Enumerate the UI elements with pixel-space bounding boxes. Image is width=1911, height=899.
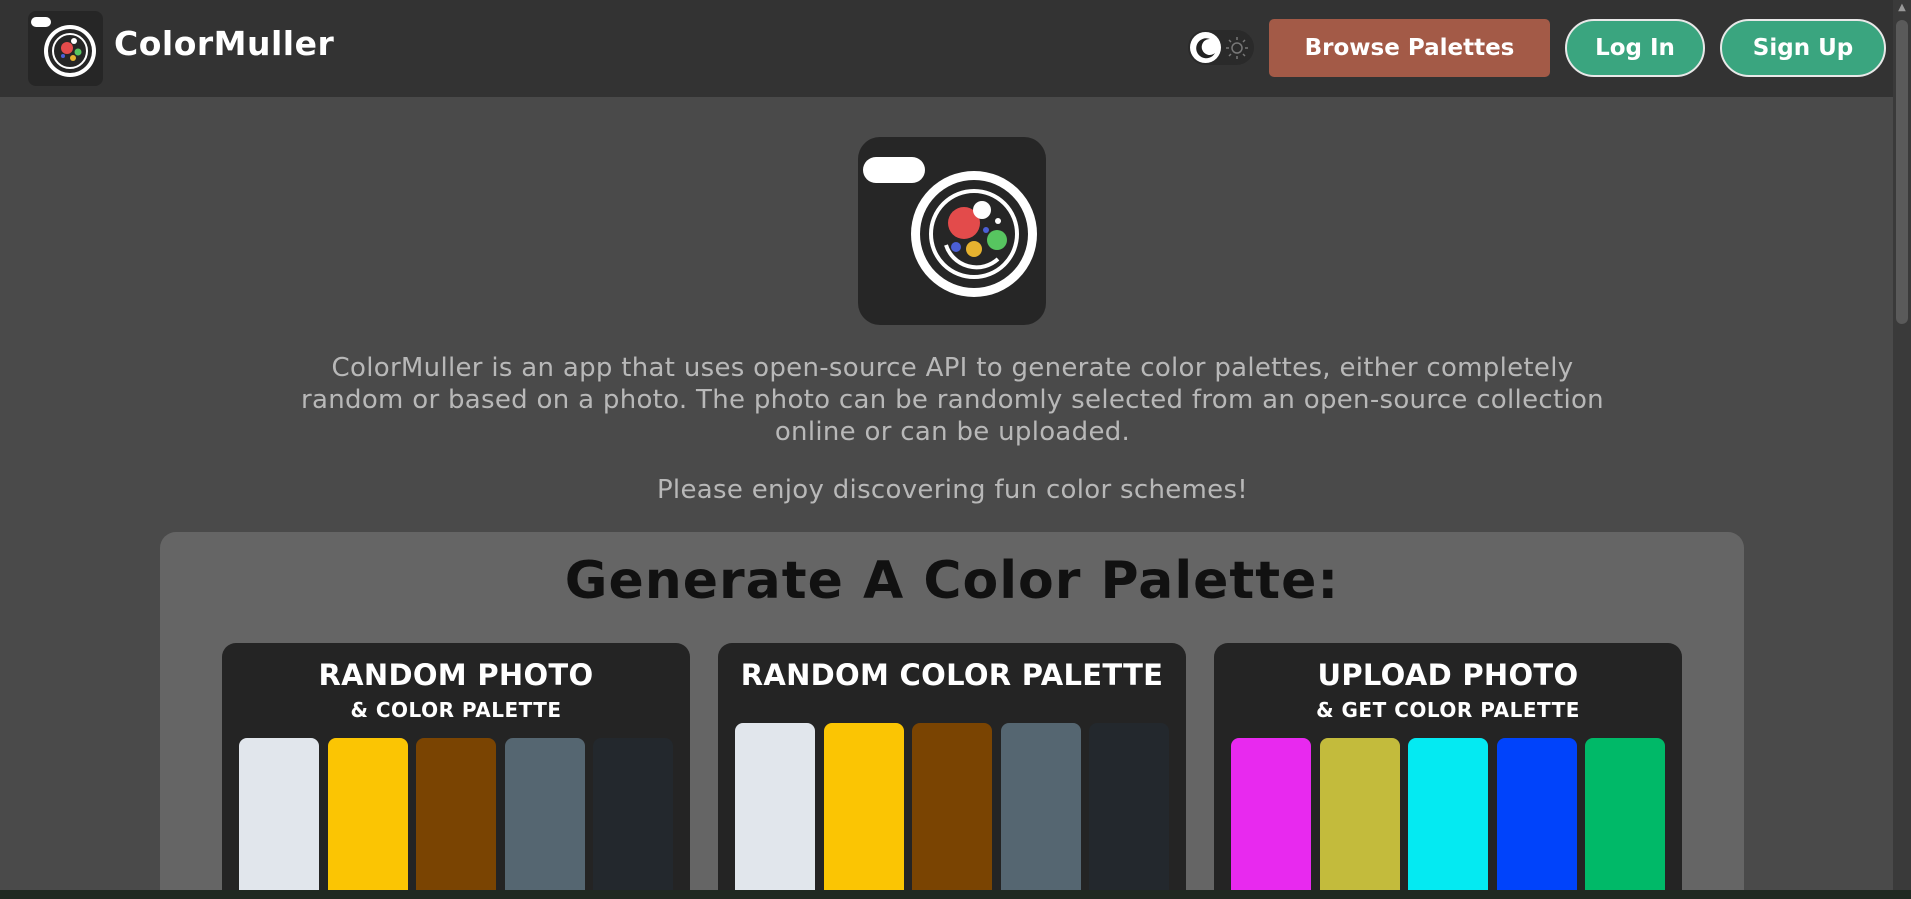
color-swatch[interactable] — [1231, 738, 1311, 899]
intro-line: ColorMuller is an app that uses open-sou… — [331, 353, 1574, 383]
intro-line: random or based on a photo. The photo ca… — [301, 385, 1604, 415]
hero-logo — [858, 137, 1046, 325]
palette-swatches — [1231, 738, 1665, 899]
card-title: RANDOM COLOR PALETTE — [740, 658, 1164, 692]
card-random-photo[interactable]: RANDOM PHOTO & COLOR PALETTE — [222, 643, 690, 899]
navbar: ColorMuller Browse Palettes Log In Sign … — [0, 0, 1893, 97]
browse-palettes-button[interactable]: Browse Palettes — [1269, 19, 1550, 77]
brand-logo[interactable] — [28, 11, 103, 86]
card-subtitle: & COLOR PALETTE — [350, 698, 562, 722]
generate-title: Generate A Color Palette: — [564, 551, 1340, 611]
color-swatch[interactable] — [823, 723, 904, 899]
color-swatch[interactable] — [735, 723, 815, 899]
moon-icon — [1196, 38, 1215, 59]
scrollbar-thumb[interactable] — [1896, 20, 1908, 324]
color-swatch[interactable] — [416, 738, 496, 899]
camera-hero-icon — [863, 157, 1037, 297]
intro-line: online or can be uploaded. — [774, 417, 1131, 447]
card-random-palette[interactable]: RANDOM COLOR PALETTE — [718, 643, 1186, 899]
color-swatch[interactable] — [1000, 723, 1081, 899]
color-swatch[interactable] — [504, 738, 585, 899]
signup-button[interactable]: Sign Up — [1720, 19, 1886, 77]
intro-text: ColorMuller is an app that uses open-sou… — [190, 352, 1715, 448]
color-swatch[interactable] — [327, 738, 408, 899]
color-swatch[interactable] — [593, 738, 673, 899]
sun-icon — [1226, 37, 1248, 59]
login-button[interactable]: Log In — [1565, 19, 1705, 77]
color-swatch[interactable] — [1408, 738, 1488, 899]
card-title: UPLOAD PHOTO — [1317, 658, 1579, 692]
brand-name[interactable]: ColorMuller — [114, 24, 334, 63]
color-swatch[interactable] — [1496, 738, 1577, 899]
color-swatch[interactable] — [239, 738, 319, 899]
card-title: RANDOM PHOTO — [318, 658, 594, 692]
theme-toggle[interactable] — [1188, 30, 1254, 65]
color-swatch[interactable] — [1319, 738, 1400, 899]
card-subtitle: & GET COLOR PALETTE — [1316, 698, 1580, 722]
palette-swatches — [735, 723, 1169, 899]
card-upload-photo[interactable]: UPLOAD PHOTO & GET COLOR PALETTE — [1214, 643, 1682, 899]
color-swatch[interactable] — [1089, 723, 1169, 899]
color-swatch[interactable] — [912, 723, 992, 899]
color-swatch[interactable] — [1585, 738, 1665, 899]
taskbar-strip — [0, 890, 1911, 899]
palette-swatches — [239, 738, 673, 899]
tagline: Please enjoy discovering fun color schem… — [656, 475, 1249, 505]
scroll-up-arrow-icon[interactable]: ▲ — [1896, 2, 1908, 16]
camera-logo-icon — [31, 17, 96, 77]
